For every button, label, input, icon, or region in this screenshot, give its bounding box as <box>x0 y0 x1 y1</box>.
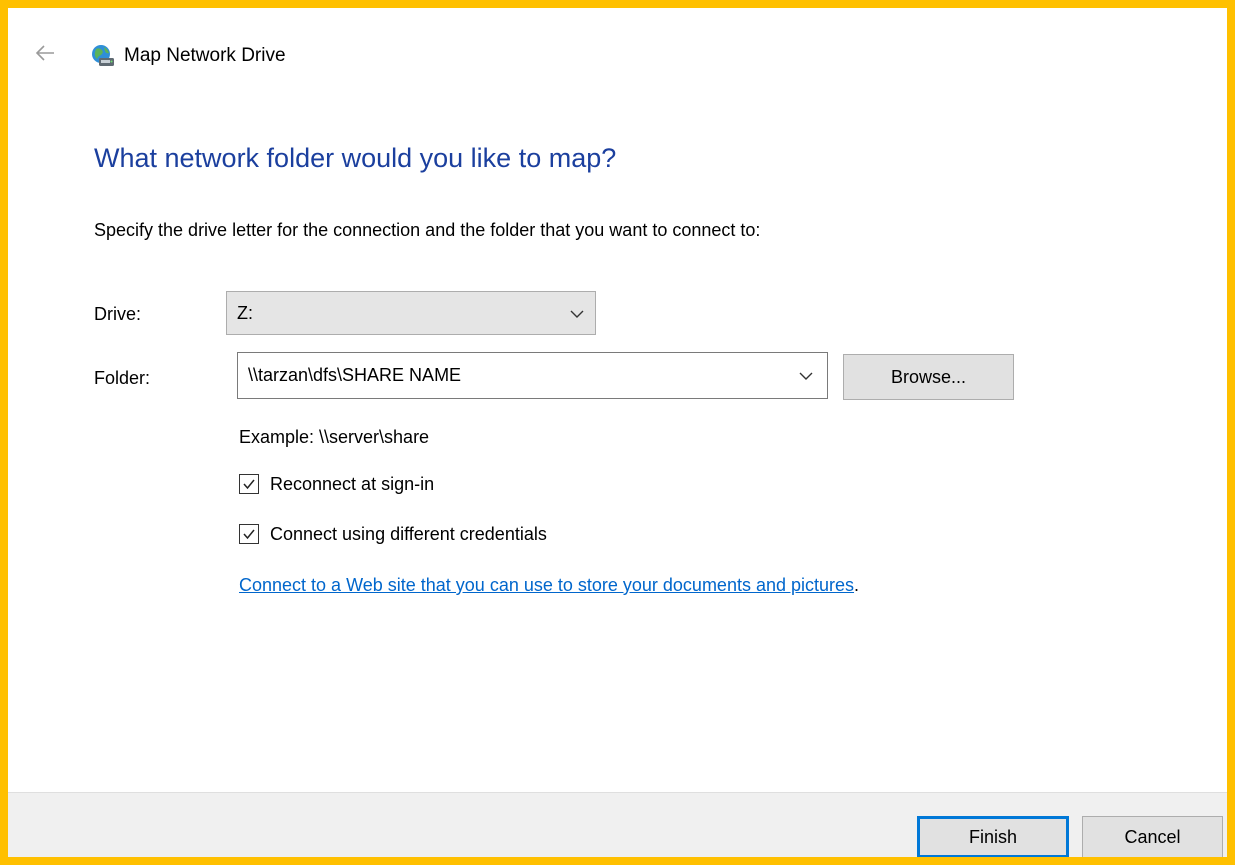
different-credentials-label: Connect using different credentials <box>270 524 547 544</box>
drive-select[interactable]: Z: <box>226 291 596 335</box>
folder-label: Folder: <box>94 368 151 388</box>
cancel-button[interactable]: Cancel <box>1082 816 1223 857</box>
folder-example: Example: \\server\share <box>239 427 430 447</box>
chevron-down-icon <box>570 310 584 318</box>
drive-label: Drive: <box>94 304 142 324</box>
finish-button[interactable]: Finish <box>917 816 1069 857</box>
chevron-down-icon[interactable] <box>798 371 814 381</box>
reconnect-label: Reconnect at sign-in <box>270 474 435 494</box>
dialog-footer: Finish Cancel <box>8 792 1227 857</box>
web-link-row: Connect to a Web site that you can use t… <box>239 574 859 596</box>
network-drive-icon <box>90 43 116 69</box>
browse-button[interactable]: Browse... <box>843 354 1014 400</box>
checkmark-icon <box>243 529 255 540</box>
reconnect-checkbox[interactable] <box>239 474 259 494</box>
back-arrow-icon[interactable] <box>34 42 56 64</box>
folder-input[interactable]: \\tarzan\dfs\SHARE NAME <box>237 352 828 399</box>
web-link-suffix: . <box>854 575 860 595</box>
window-title: Map Network Drive <box>124 45 286 66</box>
folder-value: \\tarzan\dfs\SHARE NAME <box>248 365 462 385</box>
web-site-link[interactable]: Connect to a Web site that you can use t… <box>239 575 854 595</box>
checkmark-icon <box>243 479 255 490</box>
wizard-heading: What network folder would you like to ma… <box>94 143 617 173</box>
dialog-window: Map Network Drive What network folder wo… <box>0 0 1235 865</box>
wizard-instructions: Specify the drive letter for the connect… <box>94 220 761 240</box>
drive-value: Z: <box>237 303 253 323</box>
different-credentials-checkbox[interactable] <box>239 524 259 544</box>
